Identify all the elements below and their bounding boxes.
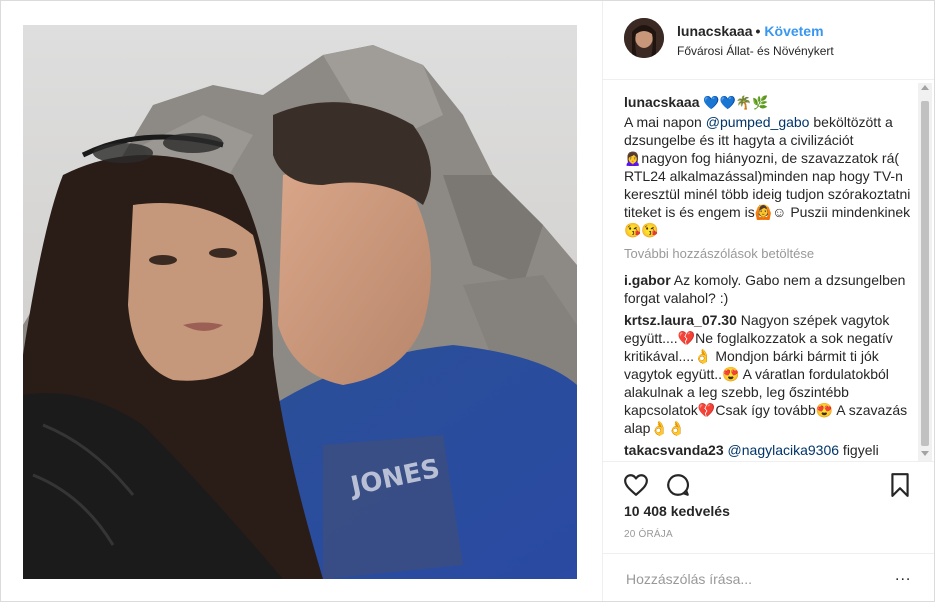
comment-bubble-icon[interactable] bbox=[665, 472, 691, 498]
comment-username[interactable]: takacsvanda23 bbox=[624, 442, 724, 458]
follow-button[interactable]: Követem bbox=[764, 23, 823, 39]
list-item: i.gabor Az komoly. Gabo nem a dzsungelbe… bbox=[624, 271, 916, 307]
caption-text-2: beköltözött a dzsungelbe és itt hagyta a… bbox=[624, 114, 911, 238]
comment-text: figyeli bbox=[839, 442, 879, 458]
post-timestamp[interactable]: 20 ÓRÁJA bbox=[624, 529, 673, 540]
post-photo[interactable]: JONES bbox=[23, 25, 577, 579]
header-separator: • bbox=[755, 23, 761, 39]
comment-input[interactable] bbox=[624, 568, 878, 590]
comment-text: Nagyon szépek vagytok együtt....💔Ne fogl… bbox=[624, 312, 908, 436]
list-item: krtsz.laura_07.30 Nagyon szépek vagytok … bbox=[624, 311, 916, 437]
add-comment-section: ... bbox=[603, 553, 934, 601]
heart-icon[interactable] bbox=[623, 472, 649, 498]
comments-list: lunacskaaa 💙💙🌴🌿 A mai napon @pumped_gabo… bbox=[624, 93, 916, 461]
location-link[interactable]: Fővárosi Állat- és Növénykert bbox=[677, 44, 834, 58]
header-username[interactable]: lunacskaaa bbox=[677, 23, 753, 39]
avatar[interactable] bbox=[624, 18, 664, 58]
header-user-line: lunacskaaa • Követem bbox=[677, 23, 824, 39]
caption-emoji: 💙💙🌴🌿 bbox=[703, 96, 769, 111]
likes-count[interactable]: 10 408 kedvelés bbox=[624, 503, 730, 519]
photo-area: JONES bbox=[1, 1, 601, 601]
caption-username[interactable]: lunacskaaa bbox=[624, 94, 700, 110]
load-more-comments[interactable]: További hozzászólások betöltése bbox=[624, 245, 916, 263]
caption-mention[interactable]: @pumped_gabo bbox=[706, 114, 810, 130]
bookmark-icon[interactable] bbox=[887, 472, 913, 498]
comment-mention[interactable]: @nagylacika9306 bbox=[728, 442, 840, 458]
caption: lunacskaaa 💙💙🌴🌿 A mai napon @pumped_gabo… bbox=[624, 93, 916, 239]
post-sidebar: lunacskaaa • Követem Fővárosi Állat- és Nö… bbox=[602, 1, 934, 601]
more-dots-icon[interactable]: ... bbox=[895, 568, 911, 584]
scrollbar-thumb[interactable] bbox=[921, 101, 929, 446]
post-card: JONES lunacskaaa • Követem Fővárosi Álla… bbox=[0, 0, 935, 602]
scroll-down-arrow[interactable] bbox=[921, 451, 929, 456]
post-actions: 10 408 kedvelés 20 ÓRÁJA bbox=[603, 461, 934, 554]
list-item: takacsvanda23 @nagylacika9306 figyeli bbox=[624, 441, 916, 459]
avatar-graphic bbox=[624, 18, 664, 58]
caption-text-1: A mai napon bbox=[624, 114, 706, 130]
scroll-up-arrow[interactable] bbox=[921, 85, 929, 90]
post-header: lunacskaaa • Követem Fővárosi Állat- és Nö… bbox=[603, 1, 934, 80]
comment-username[interactable]: krtsz.laura_07.30 bbox=[624, 312, 737, 328]
comment-username[interactable]: i.gabor bbox=[624, 272, 671, 288]
post-photo-graphic: JONES bbox=[23, 25, 577, 579]
